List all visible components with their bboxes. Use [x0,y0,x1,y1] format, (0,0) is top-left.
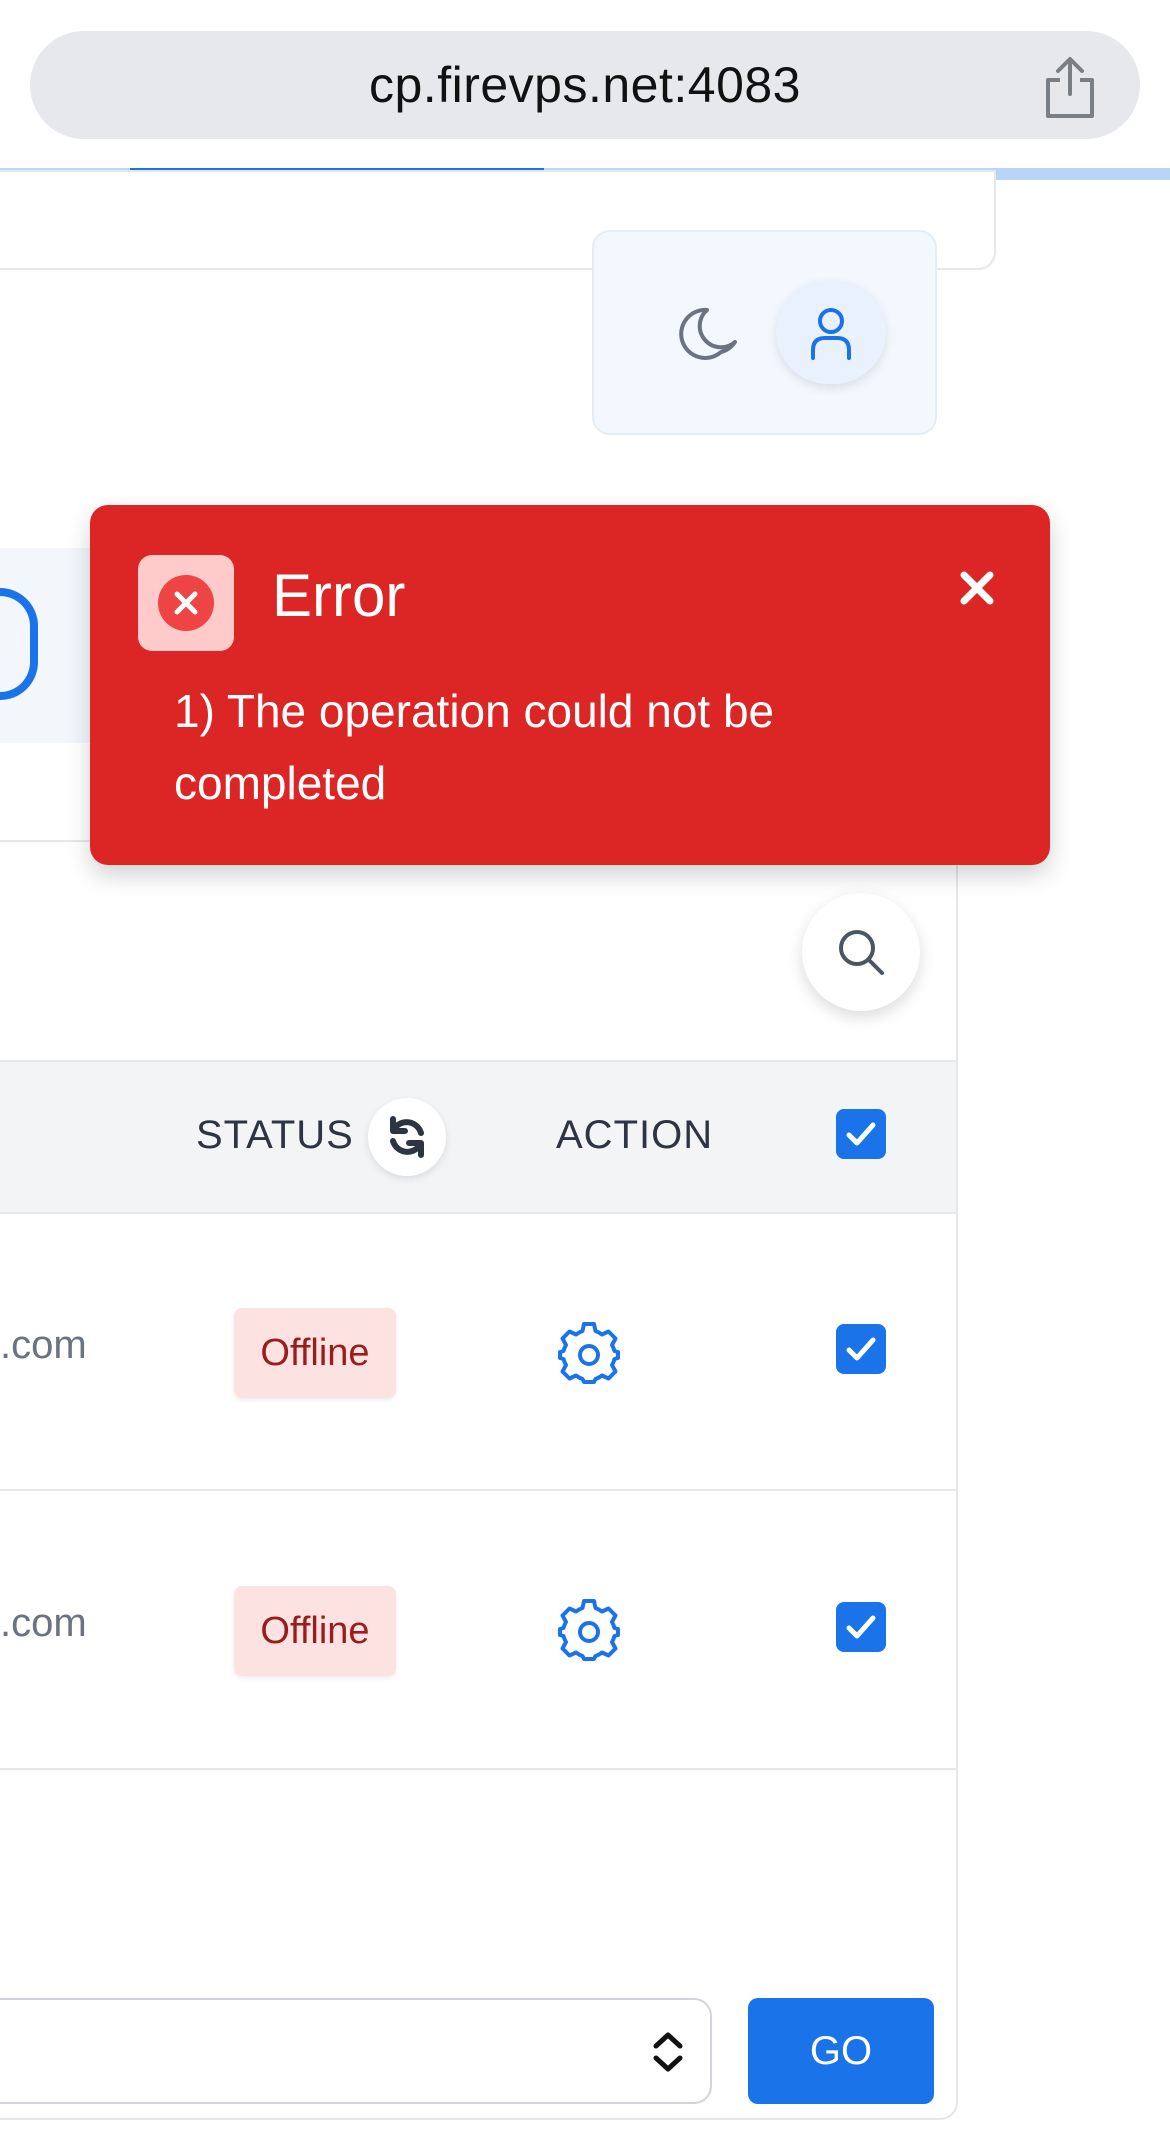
column-header-action: ACTION [556,1113,714,1157]
table-search-button[interactable] [802,893,920,1011]
user-icon [811,308,851,360]
column-header-status[interactable]: STATUS [196,1113,354,1158]
close-icon[interactable] [952,563,1002,613]
select-all-checkbox[interactable] [836,1109,886,1159]
address-bar[interactable]: cp.firevps.net:4083 [30,31,1140,139]
checkmark-icon [846,1122,876,1146]
gear-icon[interactable] [556,1320,622,1386]
user-menu-button[interactable] [776,280,886,384]
error-icon [158,575,214,631]
status-badge: Offline [234,1586,396,1676]
go-button[interactable]: GO [748,1998,934,2104]
bulk-action-select[interactable] [0,1998,712,2104]
refresh-icon [390,1116,424,1158]
moon-icon[interactable] [677,302,741,366]
domains-table-card [0,840,958,2120]
row-checkbox[interactable] [836,1324,886,1374]
table-row-domain[interactable]: .com [0,1323,87,1368]
table-header [0,1060,956,1214]
row-checkbox[interactable] [836,1602,886,1652]
error-toast: Error 1) The operation could not be comp… [90,505,1050,865]
toast-title: Error [272,562,406,629]
search-icon [839,930,884,975]
browser-toolbar: cp.firevps.net:4083 [0,0,1170,168]
toast-icon-box [138,555,234,651]
checkmark-icon [846,1615,876,1639]
select-chevrons-icon [653,2032,683,2072]
gear-icon[interactable] [556,1597,622,1663]
toast-message: 1) The operation could not be completed [174,685,775,809]
share-icon[interactable] [1040,54,1100,120]
status-badge: Offline [234,1308,396,1398]
row-divider [0,1489,956,1491]
table-row-domain[interactable]: .com [0,1601,87,1646]
refresh-status-button[interactable] [368,1098,446,1176]
address-bar-url[interactable]: cp.firevps.net:4083 [30,31,1140,139]
checkmark-icon [846,1337,876,1361]
row-divider [0,1768,956,1770]
